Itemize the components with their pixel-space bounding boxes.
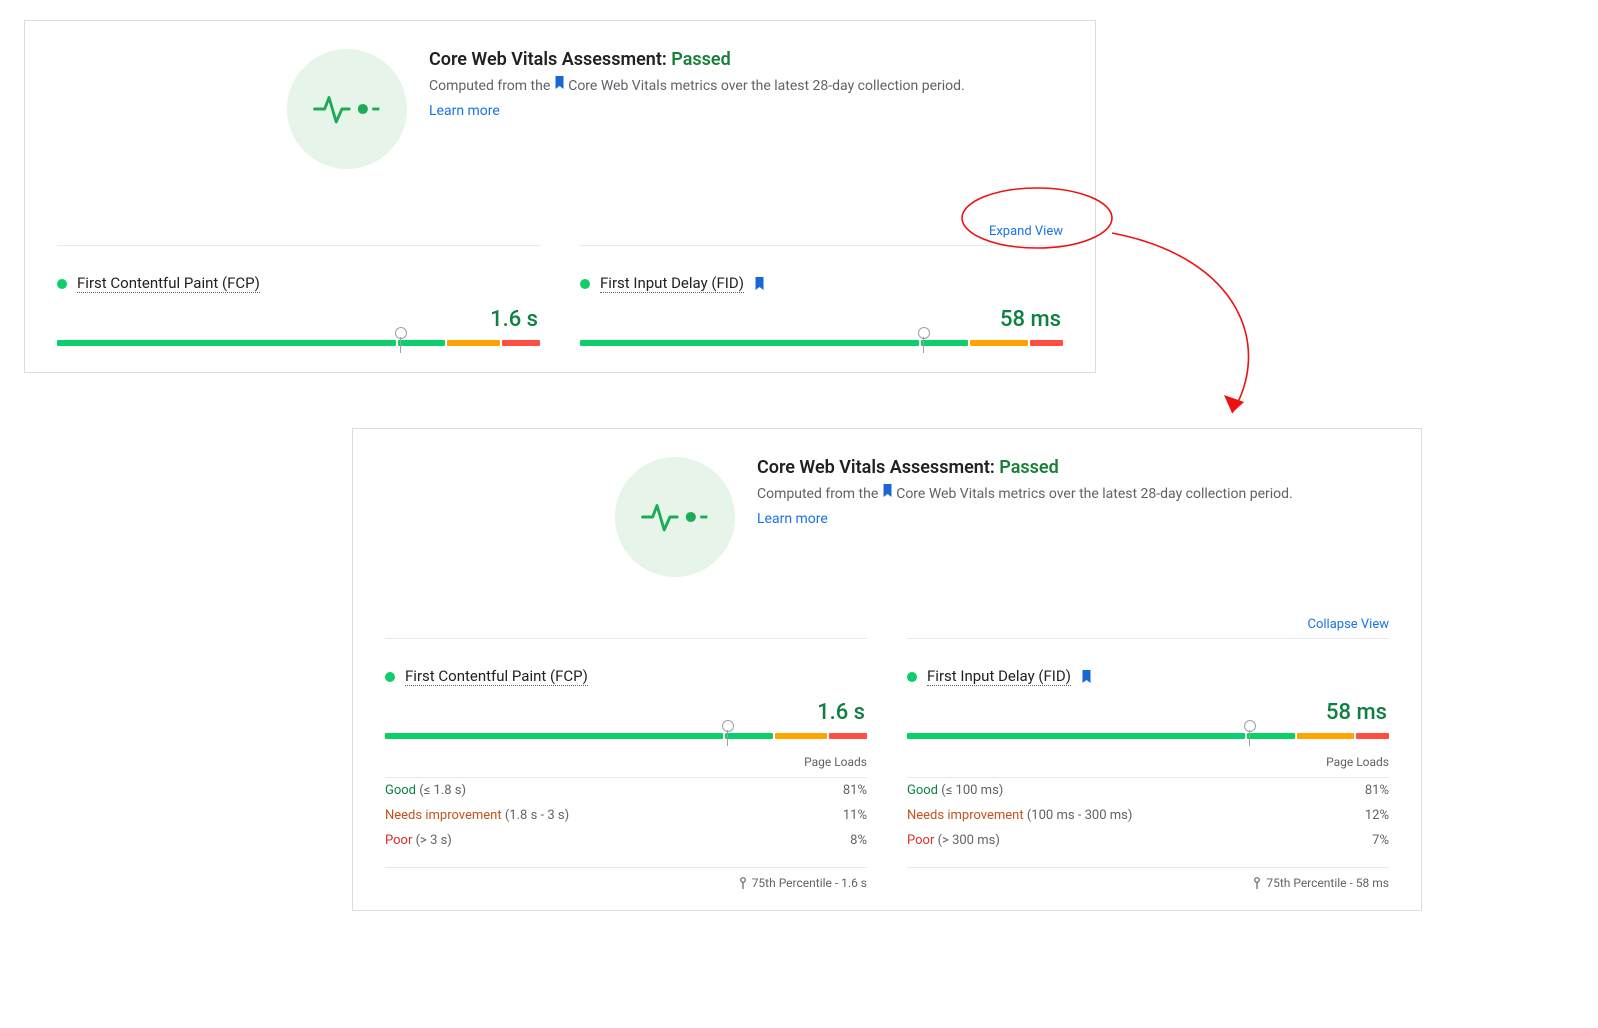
status-dot-good bbox=[57, 279, 67, 289]
breakdown-table-fid: Page Loads Good (≤ 100 ms)81% Needs impr… bbox=[907, 749, 1389, 868]
learn-more-link[interactable]: Learn more bbox=[429, 103, 500, 119]
breakdown-row-good: Good (≤ 100 ms)81% bbox=[907, 778, 1389, 803]
metric-name-fid[interactable]: First Input Delay (FID) bbox=[600, 274, 744, 293]
breakdown-row-mid: Needs improvement (100 ms - 300 ms)12% bbox=[907, 803, 1389, 828]
cwv-title: Core Web Vitals Assessment: Passed bbox=[429, 49, 965, 70]
cwv-card-collapsed: Core Web Vitals Assessment: Passed Compu… bbox=[24, 20, 1096, 373]
cwv-subtitle: Computed from the Core Web Vitals metric… bbox=[429, 76, 965, 97]
metric-fcp: First Contentful Paint (FCP) 1.6 s bbox=[57, 245, 540, 352]
learn-more-link[interactable]: Learn more bbox=[757, 511, 828, 527]
breakdown-header: Page Loads bbox=[385, 749, 867, 778]
breakdown-row-mid: Needs improvement (1.8 s - 3 s)11% bbox=[385, 803, 867, 828]
cwv-header: Core Web Vitals Assessment: Passed Compu… bbox=[57, 49, 1063, 169]
metric-name-fcp[interactable]: First Contentful Paint (FCP) bbox=[405, 667, 588, 686]
breakdown-row-poor: Poor (> 3 s)8% bbox=[385, 828, 867, 853]
status-dot-good bbox=[385, 672, 395, 682]
metric-name-fcp[interactable]: First Contentful Paint (FCP) bbox=[77, 274, 260, 293]
bookmark-icon bbox=[754, 277, 765, 291]
distribution-bar-fcp bbox=[385, 719, 867, 745]
expand-view-link[interactable]: Expand View bbox=[989, 224, 1063, 239]
metric-fcp: First Contentful Paint (FCP) 1.6 s Page … bbox=[385, 638, 867, 890]
vitals-pass-icon bbox=[287, 49, 407, 169]
breakdown-header: Page Loads bbox=[907, 749, 1389, 778]
bookmark-icon bbox=[554, 76, 565, 90]
collapse-view-link[interactable]: Collapse View bbox=[1308, 617, 1390, 632]
breakdown-row-poor: Poor (> 300 ms)7% bbox=[907, 828, 1389, 853]
percentile-pointer-fid bbox=[923, 332, 925, 352]
percentile-pointer-fcp bbox=[727, 725, 729, 745]
metric-fid: First Input Delay (FID) 58 ms bbox=[580, 245, 1063, 352]
vitals-pass-icon bbox=[615, 457, 735, 577]
bookmark-icon bbox=[882, 484, 893, 498]
status-dot-good bbox=[907, 672, 917, 682]
metric-name-fid[interactable]: First Input Delay (FID) bbox=[927, 667, 1071, 686]
percentile-pointer-fcp bbox=[400, 332, 402, 352]
bookmark-icon bbox=[1081, 670, 1092, 684]
status-dot-good bbox=[580, 279, 590, 289]
cwv-subtitle: Computed from the Core Web Vitals metric… bbox=[757, 484, 1293, 505]
breakdown-table-fcp: Page Loads Good (≤ 1.8 s)81% Needs impro… bbox=[385, 749, 867, 868]
cwv-card-expanded: Core Web Vitals Assessment: Passed Compu… bbox=[352, 428, 1422, 911]
distribution-bar-fid bbox=[907, 719, 1389, 745]
cwv-header: Core Web Vitals Assessment: Passed Compu… bbox=[385, 457, 1389, 577]
cwv-title: Core Web Vitals Assessment: Passed bbox=[757, 457, 1293, 478]
distribution-bar-fcp bbox=[57, 326, 540, 352]
distribution-bar-fid bbox=[580, 326, 1063, 352]
percentile-pointer-fid bbox=[1249, 725, 1251, 745]
breakdown-row-good: Good (≤ 1.8 s)81% bbox=[385, 778, 867, 803]
assessment-status: Passed bbox=[671, 49, 730, 70]
percentile-foot-fid: 75th Percentile - 58 ms bbox=[907, 876, 1389, 890]
percentile-foot-fcp: 75th Percentile - 1.6 s bbox=[385, 876, 867, 890]
assessment-status: Passed bbox=[999, 457, 1058, 478]
metric-fid: First Input Delay (FID) 58 ms Page Loads bbox=[907, 638, 1389, 890]
